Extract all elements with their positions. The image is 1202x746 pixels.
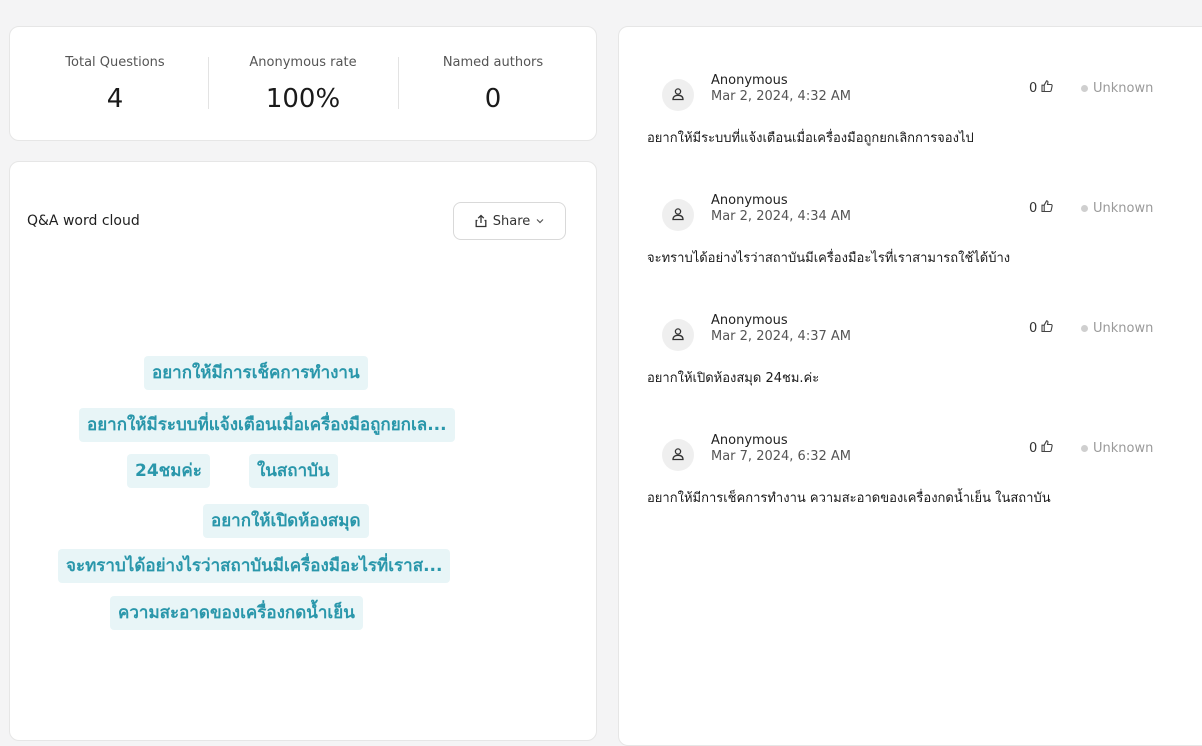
question-item[interactable]: Anonymous Mar 2, 2024, 4:37 AM 0 Unknown… [619,313,1202,419]
like-count-value: 0 [1029,80,1038,96]
like-count-value: 0 [1029,200,1038,216]
user-icon [671,86,685,105]
status-badge: Unknown [1081,321,1153,336]
share-label: Share [492,213,531,229]
question-item[interactable]: Anonymous Mar 2, 2024, 4:32 AM 0 Unknown… [619,73,1202,179]
avatar [662,199,694,231]
status-dot [1081,85,1088,92]
word-cloud-word[interactable]: อยากให้มีระบบที่แจ้งเตือนเมื่อเครื่องมือ… [79,408,455,442]
question-text: อยากให้เปิดห้องสมุด 24ชม.ค่ะ [647,371,820,386]
word-cloud-word[interactable]: อยากให้เปิดห้องสมุด [203,504,369,538]
questions-list-card: Anonymous Mar 2, 2024, 4:32 AM 0 Unknown… [618,26,1202,746]
status-label: Unknown [1093,201,1154,216]
like-count[interactable]: 0 [1029,199,1054,217]
status-badge: Unknown [1081,201,1153,216]
status-label: Unknown [1093,81,1154,96]
like-count-value: 0 [1029,440,1038,456]
question-date: Mar 2, 2024, 4:37 AM [711,329,851,344]
like-count[interactable]: 0 [1029,319,1054,337]
avatar [662,79,694,111]
word-cloud-word[interactable]: ความสะอาดของเครื่องกดน้ำเย็น [110,596,363,630]
stat-value: 100% [265,84,341,114]
question-date: Mar 2, 2024, 4:32 AM [711,89,851,104]
status-dot [1081,325,1088,332]
stats-card: Total Questions 4 Anonymous rate 100% Na… [9,26,597,141]
thumbs-up-icon [1040,199,1054,217]
user-icon [671,326,685,345]
question-item[interactable]: Anonymous Mar 2, 2024, 4:34 AM 0 Unknown… [619,193,1202,299]
stat-value: 4 [106,84,124,114]
avatar [662,439,694,471]
question-text: อยากให้มีระบบที่แจ้งเตือนเมื่อเครื่องมือ… [647,131,974,146]
status-label: Unknown [1093,441,1154,456]
question-text: อยากให้มีการเช็คการทำงาน ความสะอาดของเคร… [647,491,1051,506]
question-text: จะทราบได้อย่างไรว่าสถาบันมีเครื่องมือะไร… [647,251,1011,266]
word-cloud-word[interactable]: จะทราบได้อย่างไรว่าสถาบันมีเครื่องมือะไร… [58,549,451,583]
avatar [662,319,694,351]
stat-label: Total Questions [65,55,165,70]
stat-value: 0 [484,84,502,114]
stat-total-questions: Total Questions 4 [20,27,210,140]
thumbs-up-icon [1040,439,1054,457]
like-count[interactable]: 0 [1029,79,1054,97]
like-count-value: 0 [1029,320,1038,336]
like-count[interactable]: 0 [1029,439,1054,457]
question-author: Anonymous [711,193,788,208]
word-cloud-title: Q&A word cloud [27,213,140,229]
question-date: Mar 7, 2024, 6:32 AM [711,449,851,464]
share-button[interactable]: Share [453,202,566,240]
status-badge: Unknown [1081,441,1153,456]
user-icon [671,206,685,225]
thumbs-up-icon [1040,319,1054,337]
word-cloud-word[interactable]: 24ชมค่ะ [127,454,210,488]
status-label: Unknown [1093,321,1154,336]
stat-anonymous-rate: Anonymous rate 100% [208,27,398,140]
question-item[interactable]: Anonymous Mar 7, 2024, 6:32 AM 0 Unknown… [619,433,1202,539]
user-icon [671,446,685,465]
question-author: Anonymous [711,73,788,88]
question-author: Anonymous [711,313,788,328]
status-dot [1081,205,1088,212]
question-date: Mar 2, 2024, 4:34 AM [711,209,851,224]
status-badge: Unknown [1081,81,1153,96]
word-cloud-word[interactable]: อยากให้มีการเช็คการทำงาน [144,356,368,390]
word-cloud-word[interactable]: ในสถาบัน [249,454,338,488]
stat-label: Anonymous rate [249,55,357,70]
word-cloud-card: Q&A word cloud Share อยากให้มีการเช็คการ… [9,161,597,741]
stat-named-authors: Named authors 0 [398,27,588,140]
status-dot [1081,445,1088,452]
question-author: Anonymous [711,433,788,448]
share-icon [474,214,488,228]
chevron-down-icon [535,216,545,226]
stat-label: Named authors [442,55,544,70]
thumbs-up-icon [1040,79,1054,97]
